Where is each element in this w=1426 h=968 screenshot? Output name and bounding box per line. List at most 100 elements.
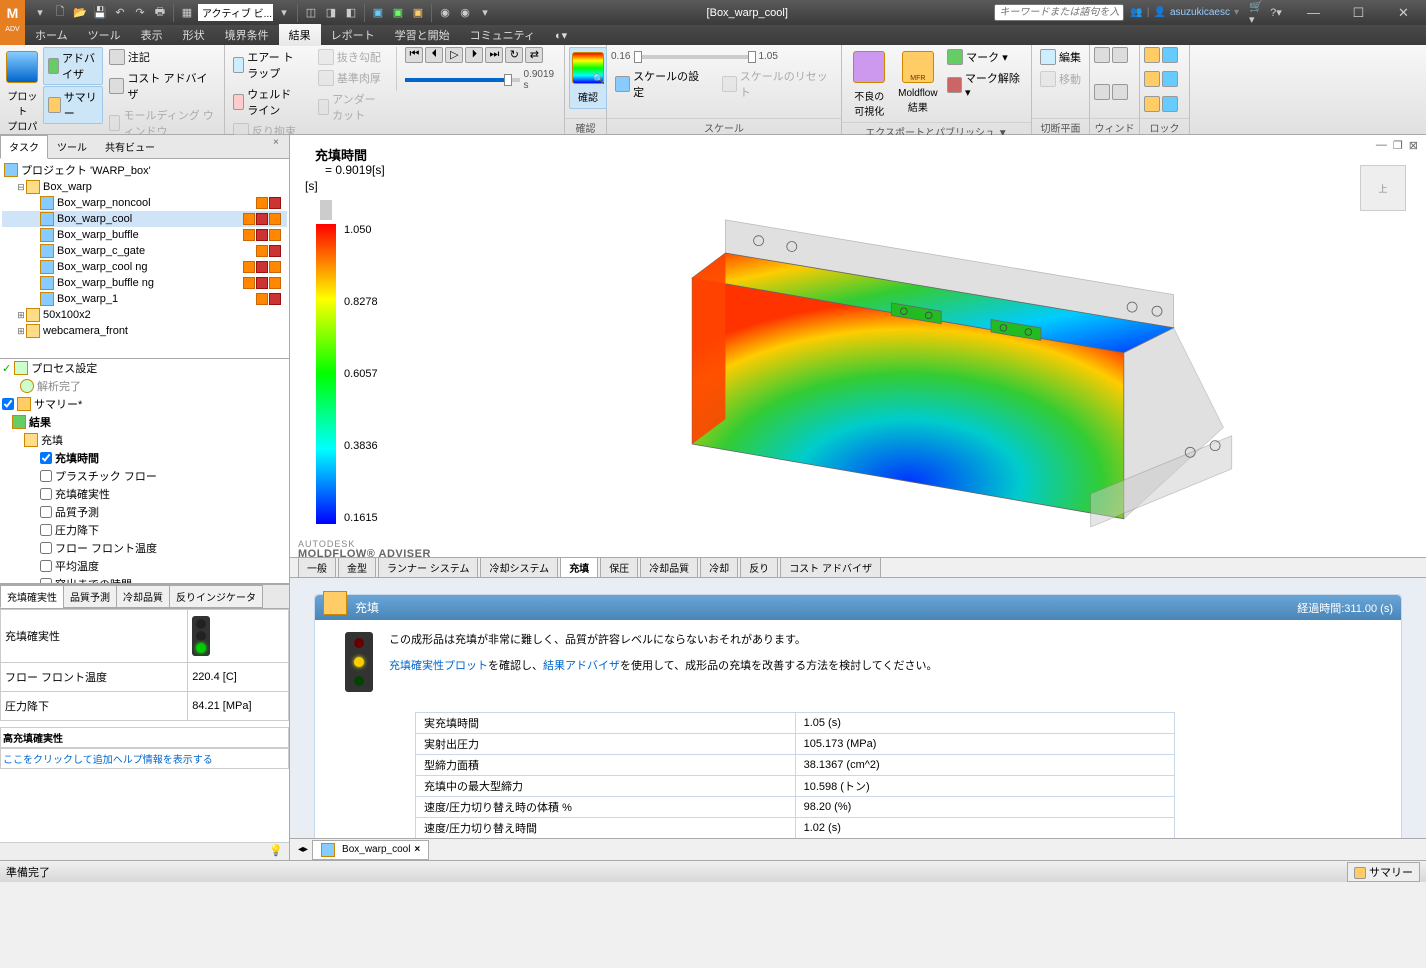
qat-icon-5[interactable]: ▣ xyxy=(389,4,407,22)
qat-icon-7[interactable]: ◉ xyxy=(436,4,454,22)
mark-button[interactable]: マーク ▾ xyxy=(943,47,1027,67)
scale-settings-button[interactable]: スケールの設定 xyxy=(611,66,710,102)
menu-ツール[interactable]: ツール xyxy=(78,24,131,46)
play-icon[interactable]: ▷ xyxy=(445,47,463,63)
tab-quality[interactable]: 品質予測 xyxy=(63,585,117,608)
result-item-圧力降下[interactable]: 圧力降下 xyxy=(0,521,289,539)
print-icon[interactable]: 🖶 xyxy=(151,4,169,22)
result-tab-コスト アドバイザ[interactable]: コスト アドバイザ xyxy=(780,557,881,577)
lightbulb-icon[interactable]: 💡 xyxy=(269,845,283,857)
tree-item-Box_warp[interactable]: ⊟Box_warp xyxy=(2,179,287,195)
save-icon[interactable]: 💾 xyxy=(91,4,109,22)
open-icon[interactable]: 📂 xyxy=(71,4,89,22)
result-tab-充填[interactable]: 充填 xyxy=(560,557,598,577)
signin-icon[interactable]: 👥 xyxy=(1130,7,1142,18)
workspace-icon[interactable]: ▦ xyxy=(178,4,196,22)
window-layout-icon[interactable] xyxy=(1094,84,1110,100)
summary-node[interactable]: サマリー* xyxy=(0,395,289,413)
vp-restore-icon[interactable]: ❐ xyxy=(1393,139,1403,152)
pingpong-icon[interactable]: ⇄ xyxy=(525,47,543,63)
qat-dropdown-end[interactable]: ▾ xyxy=(476,4,494,22)
redo-icon[interactable]: ↷ xyxy=(131,4,149,22)
result-item-突出までの時間[interactable]: 突出までの時間 xyxy=(0,575,289,584)
result-tab-一般[interactable]: 一般 xyxy=(298,557,336,577)
cost-adviser-button[interactable]: コスト アドバイザ xyxy=(105,68,220,104)
menu-学習と開始[interactable]: 学習と開始 xyxy=(385,24,460,46)
qat-dropdown[interactable]: ▾ xyxy=(31,4,49,22)
result-tab-冷却システム[interactable]: 冷却システム xyxy=(480,557,558,577)
qat-icon-3[interactable]: ◧ xyxy=(342,4,360,22)
air-trap-button[interactable]: エアー トラップ xyxy=(229,47,304,83)
check-button[interactable]: 🔍確認 xyxy=(569,47,607,109)
doc-tab[interactable]: Box_warp_cool × xyxy=(312,840,429,860)
process-settings[interactable]: ✓プロセス設定 xyxy=(0,359,289,377)
lock-icon[interactable] xyxy=(1162,47,1178,63)
tree-item-Box_warp_c_gate[interactable]: Box_warp_c_gate xyxy=(2,243,287,259)
mark-release-button[interactable]: マーク解除 ▾ xyxy=(943,68,1027,101)
qat-icon-8[interactable]: ◉ xyxy=(456,4,474,22)
result-item-平均温度[interactable]: 平均温度 xyxy=(0,557,289,575)
tree-item-Box_warp_buffle[interactable]: Box_warp_buffle xyxy=(2,227,287,243)
close-button[interactable]: ✕ xyxy=(1381,0,1426,25)
lock-icon[interactable] xyxy=(1162,96,1178,112)
help-icon[interactable]: ?▾ xyxy=(1267,4,1285,22)
tree-item-Box_warp_cool[interactable]: Box_warp_cool xyxy=(2,211,287,227)
vp-minimize-icon[interactable]: — xyxy=(1376,139,1387,152)
animation-slider[interactable]: 0.9019 s xyxy=(405,69,560,91)
step-back-icon[interactable]: ⏴ xyxy=(425,47,443,63)
fill-node[interactable]: 充填 xyxy=(0,431,289,449)
app-logo[interactable]: M xyxy=(0,0,25,25)
tree-item-Box_warp_1[interactable]: Box_warp_1 xyxy=(2,291,287,307)
result-tab-ランナー システム[interactable]: ランナー システム xyxy=(378,557,478,577)
lock-icon[interactable] xyxy=(1144,96,1160,112)
vp-close-icon[interactable]: ⊠ xyxy=(1409,139,1418,152)
result-tab-反り[interactable]: 反り xyxy=(740,557,778,577)
menu-結果[interactable]: 結果 xyxy=(279,24,321,46)
project-root[interactable]: プロジェクト 'WARP_box' xyxy=(2,161,287,179)
tree-item-Box_warp_buffle ng[interactable]: Box_warp_buffle ng xyxy=(2,275,287,291)
qat-icon-2[interactable]: ◨ xyxy=(322,4,340,22)
defect-vis-button[interactable]: 不良の 可視化 xyxy=(846,47,893,122)
result-item-品質予測[interactable]: 品質予測 xyxy=(0,503,289,521)
undo-icon[interactable]: ↶ xyxy=(111,4,129,22)
user-area[interactable]: 👥 | 👤 asuzukicaesc ▾ xyxy=(1130,7,1239,18)
moldflow-results-button[interactable]: MFRMoldflow 結果 xyxy=(895,47,942,118)
menu-境界条件[interactable]: 境界条件 xyxy=(215,24,279,46)
menu-コミュニティ[interactable]: コミュニティ xyxy=(460,24,545,46)
result-tab-冷却品質[interactable]: 冷却品質 xyxy=(640,557,698,577)
window-layout-icon[interactable] xyxy=(1094,47,1110,63)
step-fwd-icon[interactable]: ⏵ xyxy=(465,47,483,63)
viewport-3d[interactable]: — ❐ ⊠ 上 充填時間 = 0.9019[s] [s] 1.0500.8278… xyxy=(290,135,1426,558)
tab-fill-conf[interactable]: 充填確実性 xyxy=(0,585,64,608)
search-input[interactable] xyxy=(994,4,1124,21)
maximize-button[interactable]: ☐ xyxy=(1336,0,1381,25)
result-item-プラスチック フロー[interactable]: プラスチック フロー xyxy=(0,467,289,485)
tab-tool[interactable]: ツール xyxy=(48,135,96,158)
combo-arrow[interactable]: ▾ xyxy=(275,4,293,22)
result-item-フロー フロント温度[interactable]: フロー フロント温度 xyxy=(0,539,289,557)
skip-back-icon[interactable]: ⏮ xyxy=(405,47,423,63)
menu-形状[interactable]: 形状 xyxy=(173,24,215,46)
username[interactable]: asuzukicaesc xyxy=(1170,7,1230,18)
qat-icon-6[interactable]: ▣ xyxy=(409,4,427,22)
summary-button[interactable]: サマリー xyxy=(43,86,103,124)
cart-icon[interactable]: 🛒▾ xyxy=(1249,4,1267,22)
lock-icon[interactable] xyxy=(1162,71,1178,87)
result-item-充填確実性[interactable]: 充填確実性 xyxy=(0,485,289,503)
tab-cooling-q[interactable]: 冷却品質 xyxy=(116,585,170,608)
tab-warp-ind[interactable]: 反りインジケータ xyxy=(169,585,263,608)
menu-表示[interactable]: 表示 xyxy=(131,24,173,46)
window-layout-icon[interactable] xyxy=(1112,47,1128,63)
adviser-button[interactable]: アドバイザ xyxy=(43,47,103,85)
loop-icon[interactable]: ↻ xyxy=(505,47,523,63)
doc-tab-close[interactable]: × xyxy=(414,844,420,855)
tree-item-50x100x2[interactable]: ⊞50x100x2 xyxy=(2,307,287,323)
result-tab-保圧[interactable]: 保圧 xyxy=(600,557,638,577)
result-tab-金型[interactable]: 金型 xyxy=(338,557,376,577)
doc-tab-scroll[interactable]: ◂▸ xyxy=(294,844,312,855)
tab-task[interactable]: タスク xyxy=(0,135,48,159)
window-layout-icon[interactable] xyxy=(1112,84,1128,100)
panel-close-icon[interactable]: × xyxy=(273,137,285,149)
minimize-button[interactable]: — xyxy=(1291,0,1336,25)
fill-confidence-link[interactable]: 充填確実性プロット xyxy=(389,660,488,672)
